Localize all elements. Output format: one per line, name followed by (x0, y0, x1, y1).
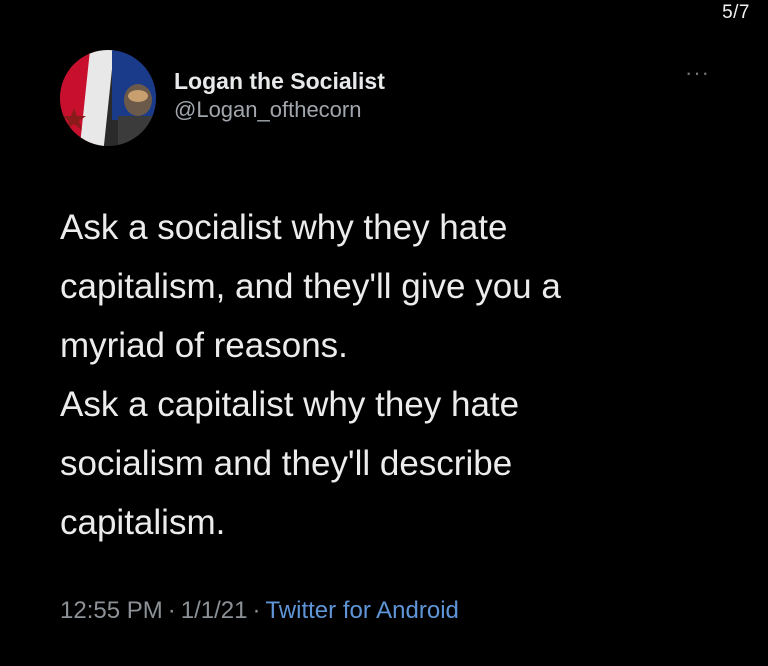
user-handle[interactable]: @Logan_ofthecorn (174, 96, 385, 124)
tweet-meta: 12:55 PM · 1/1/21 · Twitter for Android (60, 596, 720, 626)
avatar[interactable] (60, 50, 156, 146)
meta-separator: · (167, 597, 176, 624)
tweet-header: Logan the Socialist @Logan_ofthecorn (60, 46, 720, 150)
tweet-text-line: capitalism, and they'll give you a (60, 267, 561, 306)
tweet-text-line: capitalism. (60, 503, 226, 542)
author-names: Logan the Socialist @Logan_ofthecorn (174, 66, 385, 124)
tweet-text-line: Ask a capitalist why they hate (60, 385, 520, 424)
meta-separator: · (252, 597, 261, 624)
tweet-source-link[interactable]: Twitter for Android (265, 597, 458, 624)
tweet-date[interactable]: 1/1/21 (181, 597, 248, 624)
tweet-time[interactable]: 12:55 PM (60, 597, 163, 624)
more-horizontal-icon: ··· (685, 60, 710, 85)
page-counter: 5/7 (722, 2, 750, 23)
tweet: Logan the Socialist @Logan_ofthecorn ···… (60, 46, 720, 626)
tweet-text: Ask a socialist why they hate capitalism,… (60, 198, 720, 552)
tweet-text-line: myriad of reasons. (60, 326, 348, 365)
more-options-button[interactable]: ··· (685, 62, 710, 84)
tweet-text-line: Ask a socialist why they hate (60, 208, 508, 247)
display-name[interactable]: Logan the Socialist (174, 66, 385, 96)
tweet-text-line: socialism and they'll describe (60, 444, 513, 483)
avatar-image (60, 50, 156, 146)
